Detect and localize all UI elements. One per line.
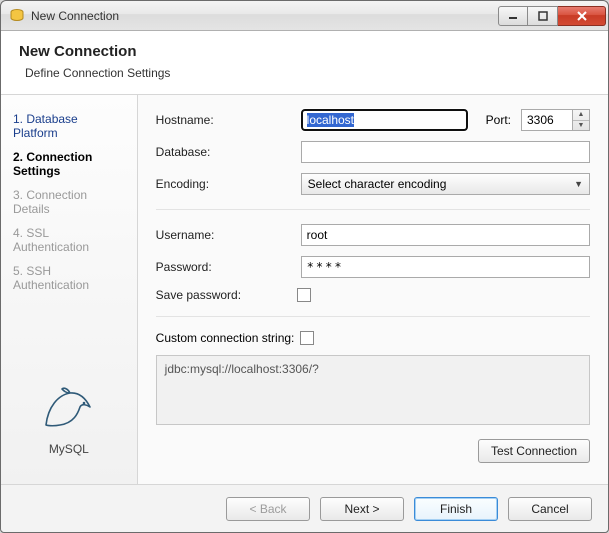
encoding-label: Encoding: [156, 177, 291, 191]
wizard-sidebar: 1. Database Platform 2. Connection Setti… [1, 95, 138, 484]
hostname-input[interactable] [301, 109, 468, 131]
test-connection-button[interactable]: Test Connection [478, 439, 590, 463]
spinner-down-icon[interactable]: ▼ [573, 121, 589, 131]
custom-connection-string-checkbox[interactable] [300, 331, 314, 345]
step-ssh-authentication: 5. SSH Authentication [11, 259, 127, 297]
mysql-dolphin-icon [40, 383, 98, 434]
titlebar: New Connection [1, 1, 608, 31]
username-input[interactable] [301, 224, 590, 246]
next-button[interactable]: Next > [320, 497, 404, 521]
port-input[interactable] [521, 109, 573, 131]
back-button: < Back [226, 497, 310, 521]
minimize-button[interactable] [498, 6, 528, 26]
header: New Connection Define Connection Setting… [1, 31, 608, 95]
page-subtitle: Define Connection Settings [19, 66, 590, 80]
spinner-up-icon[interactable]: ▲ [573, 110, 589, 121]
form-area: Hostname: Port: ▲ ▼ Database: Encoding: [138, 95, 608, 484]
app-icon [9, 8, 25, 24]
port-label: Port: [486, 113, 511, 127]
chevron-down-icon: ▼ [574, 179, 583, 189]
username-label: Username: [156, 228, 291, 242]
close-button[interactable] [558, 6, 606, 26]
step-connection-details: 3. Connection Details [11, 183, 127, 221]
step-database-platform[interactable]: 1. Database Platform [11, 107, 127, 145]
step-ssl-authentication: 4. SSL Authentication [11, 221, 127, 259]
password-input[interactable] [301, 256, 590, 278]
port-spinner[interactable]: ▲ ▼ [573, 109, 590, 131]
finish-button[interactable]: Finish [414, 497, 498, 521]
cancel-button[interactable]: Cancel [508, 497, 592, 521]
hostname-label: Hostname: [156, 113, 291, 127]
save-password-checkbox[interactable] [297, 288, 311, 302]
dialog-window: New Connection New Connection Define Con… [0, 0, 609, 533]
step-connection-settings[interactable]: 2. Connection Settings [11, 145, 127, 183]
window-title: New Connection [31, 9, 498, 23]
encoding-select[interactable]: Select character encoding ▼ [301, 173, 590, 195]
page-title: New Connection [19, 43, 590, 60]
password-label: Password: [156, 260, 291, 274]
connection-string-display: jdbc:mysql://localhost:3306/? [156, 355, 590, 425]
save-password-label: Save password: [156, 288, 291, 302]
platform-label: MySQL [49, 442, 89, 456]
custom-connection-string-label: Custom connection string: [156, 331, 295, 345]
database-label: Database: [156, 145, 291, 159]
encoding-value: Select character encoding [308, 177, 447, 191]
database-input[interactable] [301, 141, 590, 163]
maximize-button[interactable] [528, 6, 558, 26]
footer: < Back Next > Finish Cancel [1, 484, 608, 532]
